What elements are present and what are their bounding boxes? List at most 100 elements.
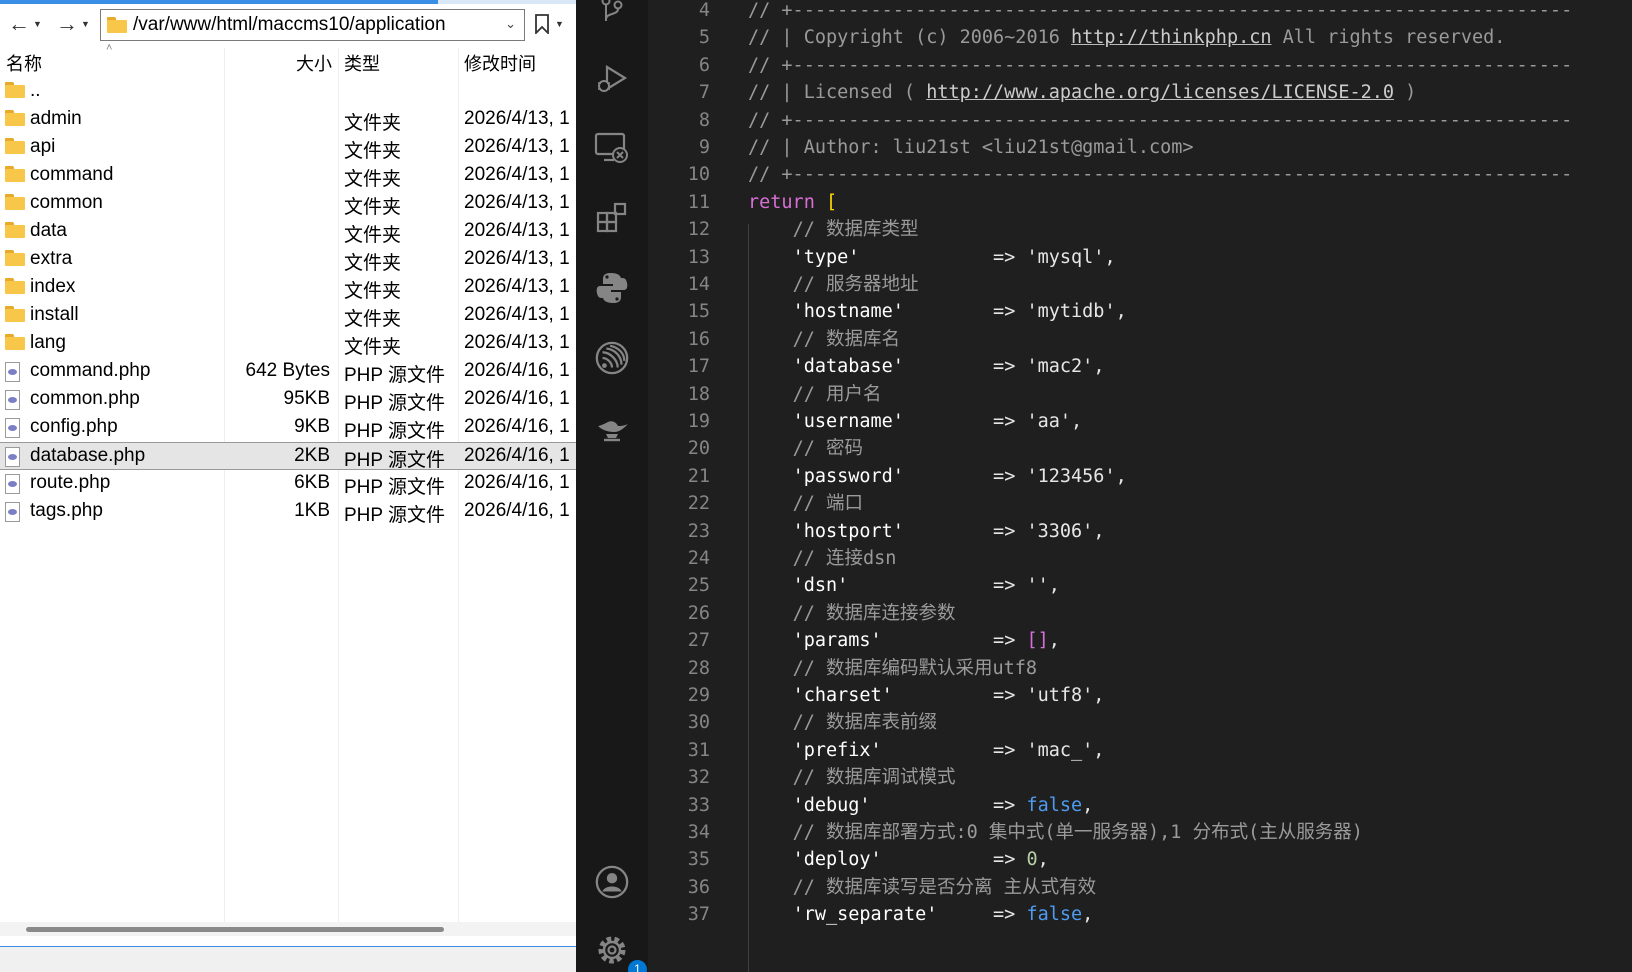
code-line[interactable]: 25 'dsn' => '',: [648, 572, 1632, 600]
file-row[interactable]: index 文件夹 2026/4/13, 1: [0, 274, 576, 302]
code-token: // 密码: [792, 438, 863, 460]
folder-icon: [5, 138, 25, 154]
code-token: // 数据库名: [792, 328, 900, 350]
forward-button[interactable]: → ▼: [56, 10, 90, 38]
line-number: 21: [687, 465, 710, 487]
code-line[interactable]: 36 // 数据库读写是否分离 主从式有效: [648, 874, 1632, 902]
code-line[interactable]: 29 'charset' => 'utf8',: [648, 682, 1632, 710]
remote-explorer-icon[interactable]: [594, 130, 630, 166]
back-button[interactable]: ← ▼: [8, 10, 42, 38]
genie-lamp-icon[interactable]: [594, 410, 630, 446]
esp-idf-icon[interactable]: [594, 340, 630, 376]
file-row[interactable]: admin 文件夹 2026/4/13, 1: [0, 106, 576, 134]
column-header-modified[interactable]: 修改时间: [464, 50, 536, 76]
code-line[interactable]: 5 // | Copyright (c) 2006~2016 http://thi…: [648, 24, 1632, 52]
code-line[interactable]: 13 'type' => 'mysql',: [648, 244, 1632, 272]
code-line[interactable]: 16 // 数据库名: [648, 326, 1632, 354]
code-line[interactable]: 31 'prefix' => 'mac_',: [648, 737, 1632, 765]
file-row[interactable]: command.php 642 Bytes PHP 源文件 2026/4/16, 1: [0, 358, 576, 386]
file-row[interactable]: route.php 6KB PHP 源文件 2026/4/16, 1: [0, 470, 576, 498]
file-row[interactable]: data 文件夹 2026/4/13, 1: [0, 218, 576, 246]
file-row[interactable]: common.php 95KB PHP 源文件 2026/4/16, 1: [0, 386, 576, 414]
code-token: '': [1026, 575, 1049, 597]
code-token: // 数据库部署方式:0 集中式(单一服务器),1 分布式(主从服务器): [792, 822, 1363, 843]
column-header-type[interactable]: 类型: [344, 50, 380, 76]
folder-icon: [5, 82, 25, 98]
chevron-down-icon[interactable]: ▼: [33, 19, 42, 29]
code-line[interactable]: 9 // | Author: liu21st <liu21st@gmail.com…: [648, 134, 1632, 162]
python-icon[interactable]: [594, 270, 630, 306]
code-token: =>: [903, 465, 1027, 487]
code-token: ,: [1082, 794, 1094, 816]
column-header-size[interactable]: 大小: [296, 50, 332, 76]
file-row[interactable]: install 文件夹 2026/4/13, 1: [0, 302, 576, 330]
code-line[interactable]: 26 // 数据库连接参数: [648, 600, 1632, 628]
line-number: 28: [687, 657, 710, 679]
code-line[interactable]: 32 // 数据库调试模式: [648, 764, 1632, 792]
column-header-name[interactable]: 名称: [6, 50, 42, 76]
file-row[interactable]: common 文件夹 2026/4/13, 1: [0, 190, 576, 218]
code-token: 'database': [792, 356, 904, 378]
source-control-icon[interactable]: [594, 0, 630, 28]
code-line[interactable]: 35 'deploy' => 0,: [648, 846, 1632, 874]
file-row[interactable]: api 文件夹 2026/4/13, 1: [0, 134, 576, 162]
line-number: 27: [687, 630, 710, 652]
code-line[interactable]: 7 // | Licensed ( http://www.apache.org/l…: [648, 79, 1632, 107]
code-line[interactable]: 23 'hostport' => '3306',: [648, 518, 1632, 546]
horizontal-scrollbar[interactable]: [0, 922, 576, 936]
settings-gear-icon[interactable]: 1: [594, 932, 647, 972]
code-editor[interactable]: 4 // +-----------------------------------…: [648, 0, 1632, 972]
file-row[interactable]: ..: [0, 78, 576, 106]
code-token: ,: [1093, 356, 1105, 378]
code-token: 'dsn': [792, 575, 849, 597]
folder-icon: [5, 306, 25, 322]
code-token: // 数据库连接参数: [792, 602, 956, 624]
chevron-down-icon[interactable]: ▼: [555, 19, 564, 29]
file-row[interactable]: command 文件夹 2026/4/13, 1: [0, 162, 576, 190]
file-row[interactable]: database.php 2KB PHP 源文件 2026/4/16, 1: [0, 442, 576, 471]
file-row[interactable]: lang 文件夹 2026/4/13, 1: [0, 330, 576, 358]
file-row[interactable]: tags.php 1KB PHP 源文件 2026/4/16, 1: [0, 498, 576, 526]
code-line[interactable]: 18 // 用户名: [648, 381, 1632, 409]
code-line[interactable]: 8 // +-----------------------------------…: [648, 107, 1632, 135]
chevron-down-icon[interactable]: ⌄: [505, 16, 516, 32]
code-line[interactable]: 28 // 数据库编码默认采用utf8: [648, 655, 1632, 683]
code-line[interactable]: 11 return [: [648, 189, 1632, 217]
code-line[interactable]: 15 'hostname' => 'mytidb',: [648, 298, 1632, 326]
code-line[interactable]: 12 // 数据库类型: [648, 216, 1632, 244]
accounts-icon[interactable]: [594, 864, 630, 900]
code-line[interactable]: 21 'password' => '123456',: [648, 463, 1632, 491]
code-text: 'debug' => false,: [748, 792, 1094, 820]
code-line[interactable]: 22 // 端口: [648, 490, 1632, 518]
extensions-icon[interactable]: [594, 200, 630, 236]
file-row[interactable]: config.php 9KB PHP 源文件 2026/4/16, 1: [0, 414, 576, 442]
code-line[interactable]: 10 // +----------------------------------…: [648, 161, 1632, 189]
chevron-down-icon[interactable]: ▼: [81, 19, 90, 29]
path-bar[interactable]: ⌄: [100, 9, 525, 41]
code-line[interactable]: 6 // +-----------------------------------…: [648, 52, 1632, 80]
code-line[interactable]: 34 // 数据库部署方式:0 集中式(单一服务器),1 分布式(主从服务器): [648, 819, 1632, 847]
code-line[interactable]: 19 'username' => 'aa',: [648, 408, 1632, 436]
code-line[interactable]: 37 'rw_separate' => false,: [648, 901, 1632, 929]
code-token: ,: [1104, 246, 1116, 268]
code-token: http://www.apache.org/licenses/LICENSE-2…: [926, 82, 1395, 104]
code-line[interactable]: 33 'debug' => false,: [648, 792, 1632, 820]
code-line[interactable]: 24 // 连接dsn: [648, 545, 1632, 573]
code-line[interactable]: 30 // 数据库表前缀: [648, 709, 1632, 737]
file-row[interactable]: extra 文件夹 2026/4/13, 1: [0, 246, 576, 274]
line-number: 9: [698, 137, 710, 158]
code-line[interactable]: 14 // 服务器地址: [648, 271, 1632, 299]
code-line[interactable]: 4 // +-----------------------------------…: [648, 0, 1632, 25]
path-input[interactable]: [133, 14, 493, 36]
line-number: 29: [687, 685, 710, 706]
scrollbar-thumb[interactable]: [26, 927, 444, 932]
code-line[interactable]: 27 'params' => [],: [648, 627, 1632, 655]
code-token: 'deploy': [792, 849, 882, 871]
code-text: 'dsn' => '',: [748, 572, 1060, 600]
code-line[interactable]: 20 // 密码: [648, 435, 1632, 463]
code-line[interactable]: 17 'database' => 'mac2',: [648, 353, 1632, 381]
run-debug-icon[interactable]: [594, 60, 630, 96]
code-token: 'debug': [792, 794, 871, 816]
bookmark-button[interactable]: ▼: [534, 14, 564, 34]
